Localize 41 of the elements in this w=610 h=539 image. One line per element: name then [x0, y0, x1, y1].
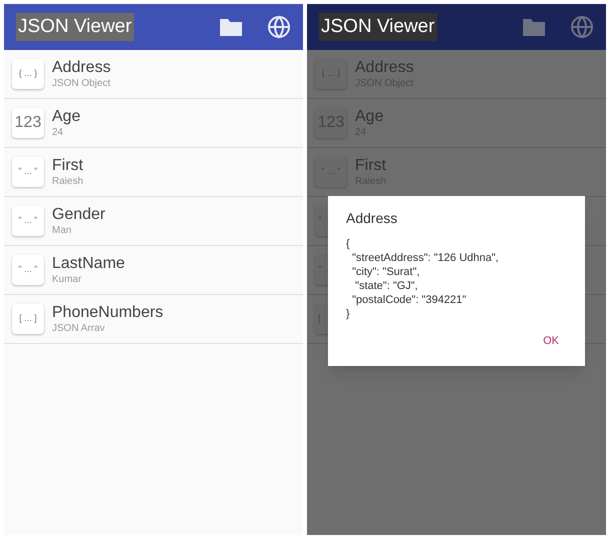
item-value: JSON Object: [52, 78, 111, 90]
type-icon: " ... ": [315, 157, 347, 187]
item-name: LastName: [52, 254, 125, 274]
item-value: JSON Arrav: [52, 322, 106, 336]
item-name: Age: [52, 106, 80, 127]
json-line: "state": "GJ",: [354, 279, 419, 293]
json-line: "postalCode": "394221": [351, 293, 468, 307]
item-name: PhoneNumbers: [52, 302, 164, 323]
item-name: Gender: [52, 204, 106, 225]
json-line: "city": "Surat",: [351, 265, 421, 279]
item-value: Man: [52, 224, 72, 238]
json-line: }: [346, 307, 351, 321]
type-icon: " ... ": [12, 206, 44, 236]
type-icon: { ... }: [12, 59, 44, 89]
type-icon: " ... ": [12, 157, 44, 187]
list-item[interactable]: " ... " LastName Kumar: [4, 246, 303, 295]
item-name: Address: [355, 58, 414, 78]
app-title: JSON Viewer: [319, 12, 437, 42]
item-name: Address: [52, 58, 111, 78]
item-name: First: [355, 156, 386, 176]
json-line: {: [346, 237, 351, 251]
item-name: Age: [355, 106, 384, 127]
list-item[interactable]: " ... " Gender Man: [4, 197, 303, 246]
list-item[interactable]: [ ... ] PhoneNumbers JSON Arrav: [4, 295, 303, 344]
item-name: First: [52, 156, 84, 176]
app-title: JSON Viewer: [16, 12, 134, 42]
list-item[interactable]: " ... " First Raiesh: [4, 148, 303, 197]
type-icon: 123: [12, 108, 44, 138]
item-value: Raiesh: [52, 176, 84, 188]
list-item[interactable]: { ... } Address JSON Object: [4, 50, 303, 99]
dialog-title: Address: [346, 209, 398, 228]
folder-icon[interactable]: [219, 17, 243, 37]
type-icon: [ ... ]: [12, 304, 44, 334]
globe-icon[interactable]: [570, 15, 594, 39]
type-icon: " ... ": [12, 255, 44, 285]
item-value: Kumar: [52, 274, 82, 286]
ok-button[interactable]: OK: [535, 329, 567, 354]
folder-icon[interactable]: [522, 17, 546, 37]
type-icon: { ... }: [315, 59, 347, 89]
json-line: "streetAddress": "126 Udhna",: [351, 251, 500, 265]
item-value: 24: [52, 126, 64, 140]
